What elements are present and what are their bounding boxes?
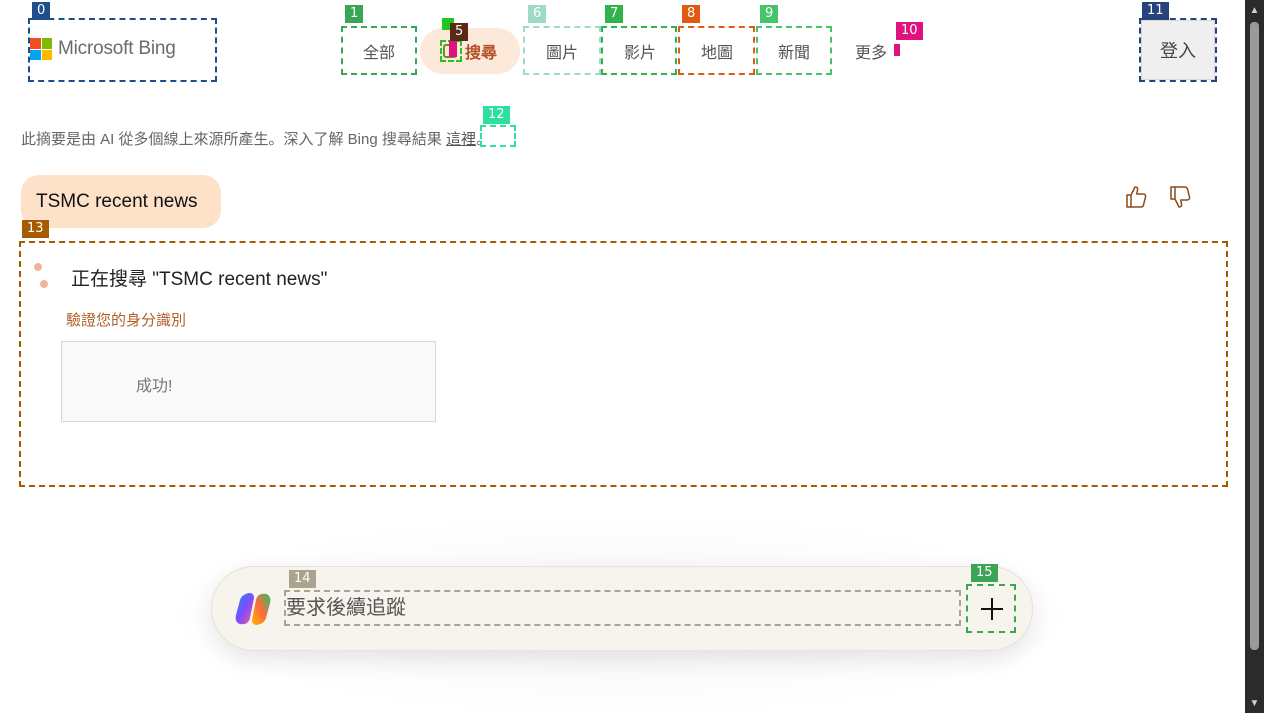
more-dropdown-icon[interactable] (894, 44, 900, 56)
loading-dot (34, 263, 42, 271)
page-scrollbar[interactable]: ▲ ▼ (1245, 0, 1264, 713)
tab-videos-label: 影片 (623, 45, 656, 62)
tab-maps[interactable]: 地圖 (680, 28, 754, 74)
tab-images[interactable]: 圖片 (525, 28, 599, 74)
som-label: 11 (1142, 2, 1169, 20)
som-label: 1 (345, 5, 364, 23)
loading-dot (40, 280, 48, 288)
logo-text: Microsoft Bing (58, 38, 176, 59)
som-label: 6 (528, 5, 547, 23)
som-label: 15 (971, 564, 998, 582)
som-label: 14 (289, 570, 316, 588)
captcha-widget[interactable]: 成功! (61, 341, 436, 422)
tab-maps-label: 地圖 (700, 45, 733, 62)
captcha-result: 成功! (136, 378, 173, 395)
som-label: 0 (32, 2, 51, 20)
learn-more-link[interactable]: 這裡 (446, 131, 476, 148)
som-label: 13 (22, 220, 49, 238)
login-button[interactable]: 登入 (1141, 20, 1215, 80)
tab-news[interactable]: 新聞 (757, 28, 831, 74)
scroll-down-icon[interactable]: ▼ (1245, 695, 1264, 711)
disclaimer-text: 此摘要是由 AI 從多個線上來源所產生。深入了解 Bing 搜尋結果 (21, 131, 442, 148)
user-query-text: TSMC recent news (36, 190, 198, 212)
ai-disclaimer: 此摘要是由 AI 從多個線上來源所產生。深入了解 Bing 搜尋結果 這裡。 (21, 128, 491, 149)
chat-input[interactable] (286, 590, 960, 626)
tab-search-label: 搜尋 (464, 45, 497, 62)
tab-all[interactable]: 全部 (343, 28, 415, 74)
thumbs-up-icon[interactable] (1124, 184, 1148, 210)
som-label: 10 (896, 22, 923, 40)
microsoft-logo-icon (30, 38, 52, 60)
som-label: 4 (449, 41, 457, 57)
tab-images-label: 圖片 (545, 45, 578, 62)
add-attachment-button[interactable] (968, 585, 1015, 632)
som-label: 7 (605, 5, 624, 23)
tab-news-label: 新聞 (777, 45, 810, 62)
search-status: 正在搜尋 "TSMC recent news" (71, 269, 328, 290)
tab-all-label: 全部 (362, 45, 395, 62)
thumbs-down-icon[interactable] (1168, 184, 1192, 210)
som-label: 8 (682, 5, 701, 23)
tab-videos[interactable]: 影片 (603, 28, 677, 74)
tab-more[interactable]: 更多 (848, 28, 894, 74)
disclaimer-end: 。 (476, 131, 492, 148)
verify-identity-label: 驗證您的身分識別 (66, 312, 187, 329)
login-label: 登入 (1160, 41, 1196, 61)
bing-logo[interactable]: Microsoft Bing (30, 38, 176, 60)
tab-more-label: 更多 (854, 45, 887, 62)
scroll-up-icon[interactable]: ▲ (1245, 2, 1264, 18)
user-query-bubble: TSMC recent news (21, 175, 221, 228)
som-label: 9 (760, 5, 779, 23)
copilot-icon (235, 593, 271, 625)
som-label: 5 (450, 23, 469, 41)
plus-icon (980, 597, 1003, 620)
tab-search[interactable]: 搜尋 (420, 28, 520, 74)
som-label: 12 (483, 106, 510, 124)
scroll-thumb[interactable] (1250, 22, 1259, 650)
